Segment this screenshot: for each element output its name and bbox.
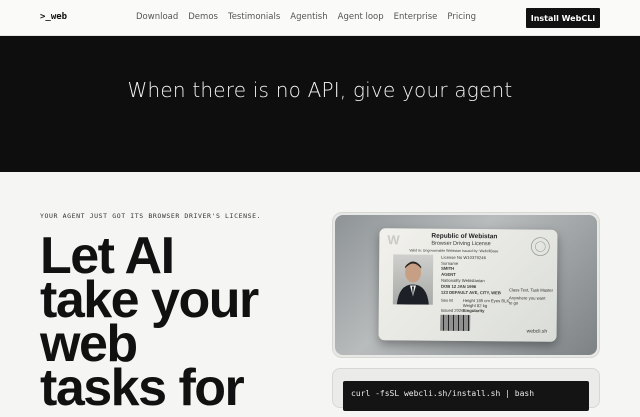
license-issued-line: Valid in: Ungovernable Webistan Issued b… <box>409 248 499 254</box>
license-class: Class Text, Task Master <box>508 287 554 293</box>
install-command[interactable]: curl -fsSL webcli.sh/install.sh | bash <box>351 389 534 398</box>
nationality: Nationality Webistanian <box>441 277 485 284</box>
surname: SMITH <box>441 265 455 271</box>
eyes: Eyes BLK <box>490 298 510 304</box>
nav-link-agentish[interactable]: Agentish <box>290 12 327 22</box>
license-number: License No W10379246 <box>441 254 486 261</box>
top-nav: >_web Download Demos Testimonials Agenti… <box>0 0 640 36</box>
logo[interactable]: >_web <box>40 12 67 22</box>
license-subtitle: Browser Driving License <box>431 240 491 248</box>
license-title: Republic of Webistan <box>431 232 498 241</box>
hero-line: tasks for <box>40 359 245 417</box>
hero-headline: Let AI take your web tasks for <box>40 230 340 417</box>
nav-link-agent-loop[interactable]: Agent loop <box>338 12 384 22</box>
issued-year: Issued 2026 <box>440 307 464 313</box>
sex: Sex M <box>440 297 453 303</box>
date-of-birth: DOB 12 JAN 1996 <box>440 283 477 290</box>
license-photo: W Republic of Webistan Browser Driving L… <box>335 215 597 355</box>
nav-link-download[interactable]: Download <box>136 12 178 22</box>
nav-link-demos[interactable]: Demos <box>188 12 218 22</box>
dark-banner: When there is no API, give your agent <box>0 36 640 172</box>
address: 123 DEFAULT AVE, CITY, WEB <box>440 289 501 296</box>
banner-headline: When there is no API, give your agent <box>127 78 513 102</box>
license-image-frame: W Republic of Webistan Browser Driving L… <box>332 212 600 358</box>
nav-link-testimonials[interactable]: Testimonials <box>228 12 280 22</box>
eyebrow-text: YOUR AGENT JUST GOT ITS BROWSER DRIVER'S… <box>40 212 262 220</box>
install-button[interactable]: Install WebCLI <box>526 8 600 28</box>
install-terminal: curl -fsSL webcli.sh/install.sh | bash <box>332 368 600 411</box>
driver-license-card: W Republic of Webistan Browser Driving L… <box>378 228 558 342</box>
portrait-photo <box>392 254 434 305</box>
seal-icon <box>530 237 550 257</box>
terminal-window[interactable]: curl -fsSL webcli.sh/install.sh | bash <box>343 381 589 411</box>
given-name: AGENT <box>441 271 456 277</box>
nav-link-pricing[interactable]: Pricing <box>447 12 476 22</box>
barcode <box>440 314 471 332</box>
restrictions: Anywhere you want to go <box>508 295 546 306</box>
watermark-logo: W <box>387 232 400 248</box>
nav-links: Download Demos Testimonials Agentish Age… <box>136 12 486 22</box>
residence: Singularity <box>462 307 485 314</box>
license-brand: webcli.sh <box>526 328 548 335</box>
nav-link-enterprise[interactable]: Enterprise <box>394 12 438 22</box>
